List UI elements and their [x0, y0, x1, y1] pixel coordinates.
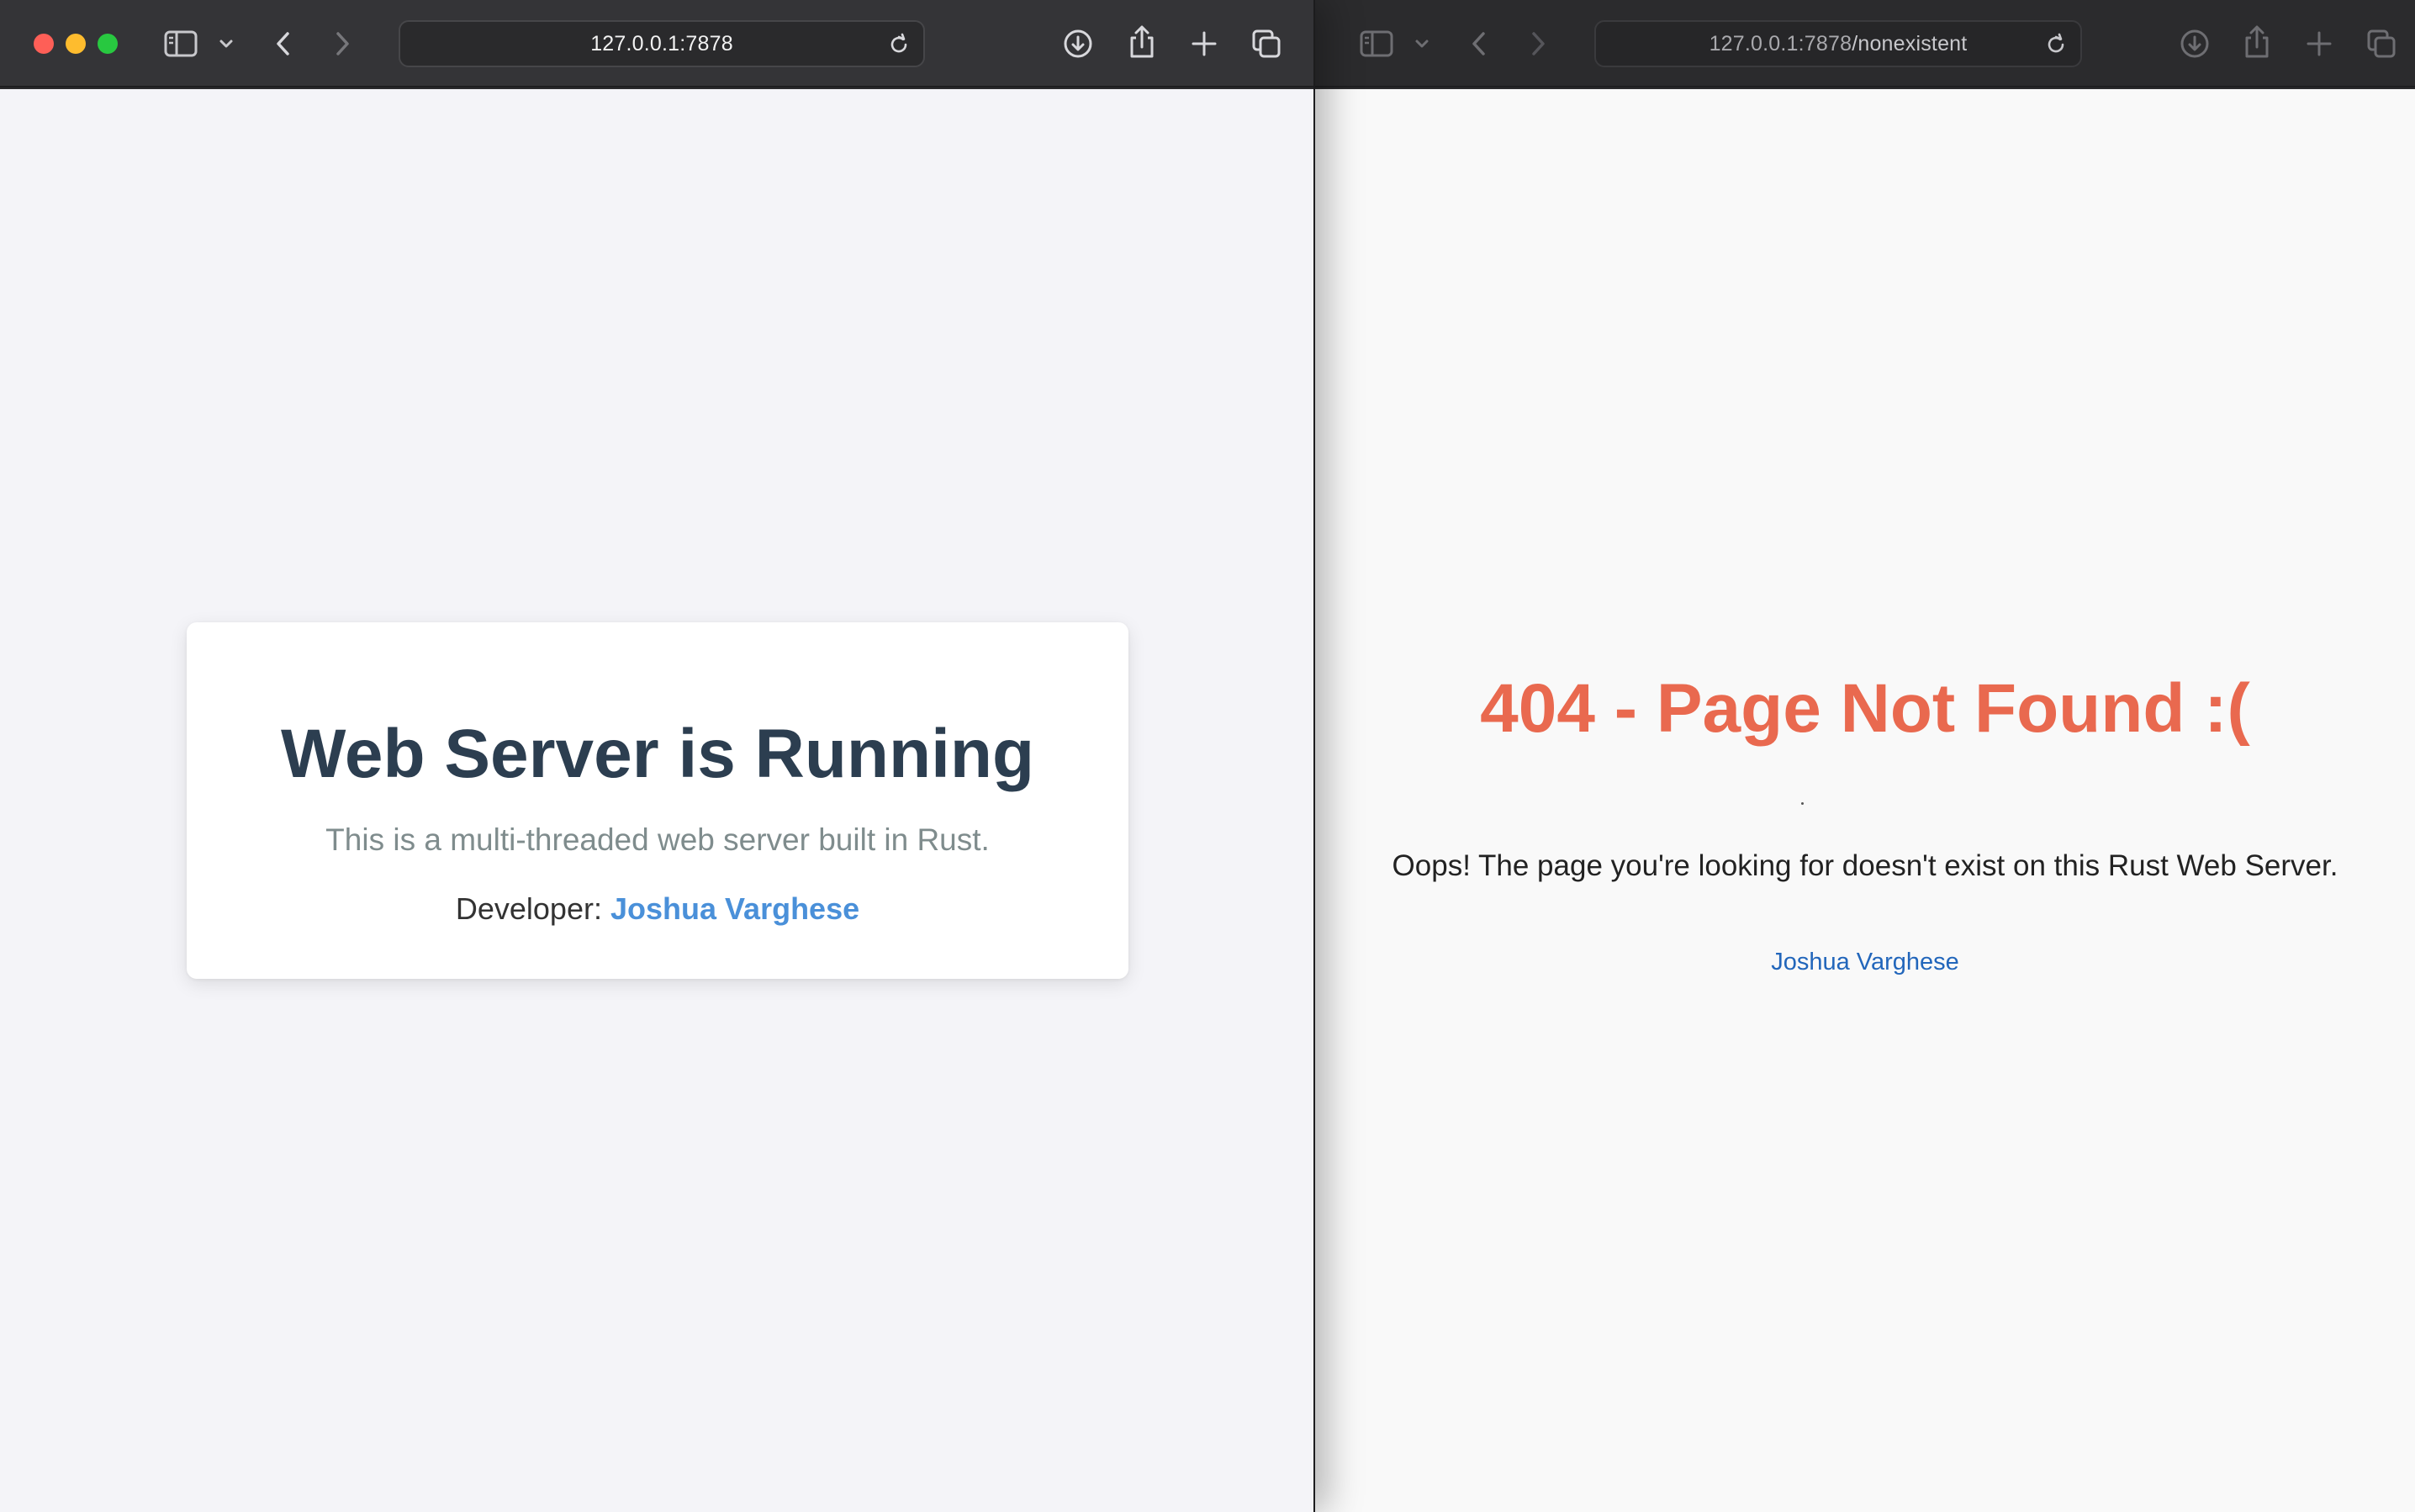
tab-overview-icon[interactable]	[1250, 27, 1283, 61]
chevron-down-icon[interactable]	[1413, 34, 1431, 54]
address-bar[interactable]: 127.0.0.1:7878	[399, 20, 925, 67]
page-content: 404 - Page Not Found :( Oops! The page y…	[1315, 89, 2415, 1512]
browser-window-left: 127.0.0.1:7878 Web Server is Running Thi…	[0, 0, 1315, 1512]
chevron-down-icon[interactable]	[217, 34, 235, 54]
sidebar-icon[interactable]	[163, 27, 198, 61]
browser-toolbar: 127.0.0.1:7878/nonexistent	[1315, 0, 2415, 87]
reload-icon[interactable]	[2043, 32, 2069, 57]
url-host: 127.0.0.1:7878	[1709, 31, 1852, 56]
developer-label: Developer:	[455, 891, 602, 926]
url-path: /nonexistent	[1852, 31, 1968, 56]
back-icon[interactable]	[1466, 27, 1492, 61]
address-bar[interactable]: 127.0.0.1:7878/nonexistent	[1594, 20, 2082, 67]
page-title: Web Server is Running	[280, 716, 1035, 792]
forward-icon[interactable]	[1525, 27, 1551, 61]
forward-icon[interactable]	[330, 27, 355, 61]
url-text: 127.0.0.1:7878/nonexistent	[1710, 32, 1968, 56]
developer-link[interactable]: Joshua Varghese	[610, 891, 859, 926]
browser-toolbar: 127.0.0.1:7878	[0, 0, 1313, 87]
reload-icon[interactable]	[886, 32, 912, 57]
share-icon[interactable]	[2240, 24, 2274, 61]
browser-window-right: 127.0.0.1:7878/nonexistent 404 - Page No…	[1315, 0, 2415, 1512]
error-heading: 404 - Page Not Found :(	[1480, 670, 2250, 747]
developer-line: Developer: Joshua Varghese	[187, 891, 1128, 927]
tab-overview-icon[interactable]	[2365, 27, 2398, 61]
new-tab-icon[interactable]	[2302, 27, 2336, 61]
sidebar-icon[interactable]	[1359, 27, 1394, 61]
zoom-window-button[interactable]	[98, 34, 118, 54]
minimize-window-button[interactable]	[66, 34, 86, 54]
back-icon[interactable]	[271, 27, 296, 61]
stray-dot	[1801, 802, 1804, 805]
download-icon[interactable]	[2178, 27, 2212, 61]
page-content: Web Server is Running This is a multi-th…	[0, 89, 1313, 1512]
error-message: Oops! The page you're looking for doesn'…	[1392, 849, 2338, 882]
new-tab-icon[interactable]	[1187, 27, 1221, 61]
author-link[interactable]: Joshua Varghese	[1315, 949, 2415, 976]
url-text: 127.0.0.1:7878	[590, 31, 733, 56]
page-subtitle: This is a multi-threaded web server buil…	[325, 822, 990, 857]
close-window-button[interactable]	[34, 34, 54, 54]
status-card: Web Server is Running This is a multi-th…	[187, 622, 1128, 979]
download-icon[interactable]	[1061, 27, 1095, 61]
share-icon[interactable]	[1125, 24, 1159, 61]
